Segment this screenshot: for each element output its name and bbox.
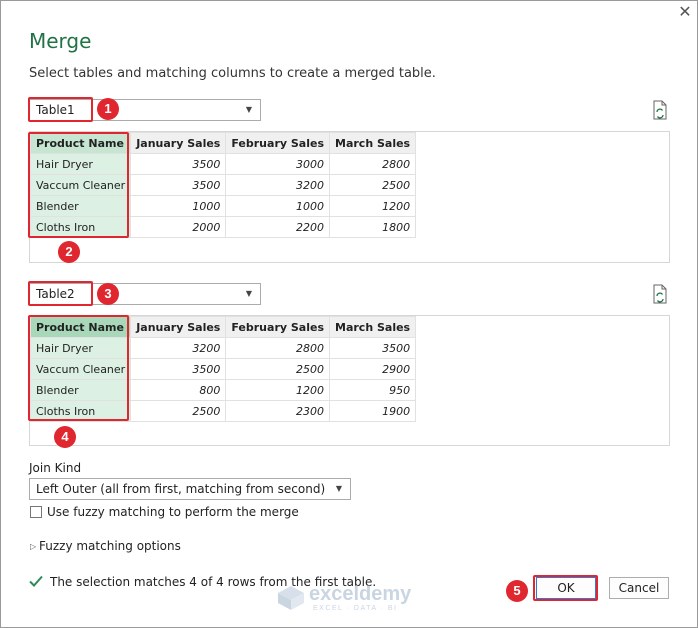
table-row: Hair Dryer 3500 3000 2800 — [29, 153, 417, 175]
column-header-january-sales[interactable]: January Sales — [130, 316, 227, 338]
fuzzy-matching-label[interactable]: Use fuzzy matching to perform the merge — [47, 505, 299, 519]
table-cell: Cloths Iron — [29, 400, 132, 422]
table-row: Cloths Iron 2000 2200 1800 — [29, 216, 417, 238]
table1-preview: Product Name January Sales February Sale… — [29, 131, 670, 263]
column-header-product-name[interactable]: Product Name — [29, 316, 132, 338]
table2-dropdown[interactable]: Table2 ▼ — [29, 283, 261, 305]
table-cell: 2800 — [328, 153, 417, 175]
table-cell: 3200 — [130, 337, 227, 359]
table-row: Hair Dryer 3200 2800 3500 — [29, 337, 417, 359]
table-cell: Vaccum Cleaner — [29, 358, 132, 380]
annotation-badge-5: 5 — [506, 580, 528, 602]
column-header-march-sales[interactable]: March Sales — [328, 132, 417, 154]
table2-dropdown-value: Table2 — [36, 287, 75, 301]
table-cell: Blender — [29, 379, 132, 401]
refresh-preview-icon[interactable] — [651, 100, 669, 120]
join-kind-value: Left Outer (all from first, matching fro… — [36, 482, 326, 496]
dialog-subtitle: Select tables and matching columns to cr… — [29, 66, 436, 81]
table-row: Blender 800 1200 950 — [29, 379, 417, 401]
table-cell: 1200 — [225, 379, 330, 401]
expand-triangle-icon[interactable]: ▷ — [30, 542, 36, 551]
annotation-badge-1: 1 — [97, 98, 119, 120]
table-cell: 3500 — [130, 358, 227, 380]
table1-header-row: Product Name January Sales February Sale… — [29, 132, 417, 154]
annotation-badge-2: 2 — [58, 241, 80, 263]
table-row: Vaccum Cleaner 3500 2500 2900 — [29, 358, 417, 380]
table-row: Vaccum Cleaner 3500 3200 2500 — [29, 174, 417, 196]
exceldemy-watermark: exceldemy EXCEL · DATA · BI — [277, 583, 427, 613]
table-row: Cloths Iron 2500 2300 1900 — [29, 400, 417, 422]
table-cell: 3500 — [130, 153, 227, 175]
table-cell: 1000 — [130, 195, 227, 217]
table1-dropdown-value: Table1 — [36, 103, 75, 117]
chevron-down-icon: ▼ — [335, 484, 342, 493]
table-cell: 2000 — [130, 216, 227, 238]
column-header-january-sales[interactable]: January Sales — [130, 132, 227, 154]
table-cell: 2300 — [225, 400, 330, 422]
table-cell: Cloths Iron — [29, 216, 132, 238]
column-header-february-sales[interactable]: February Sales — [225, 316, 330, 338]
table-cell: 2500 — [130, 400, 227, 422]
table2-preview: Product Name January Sales February Sale… — [29, 315, 670, 446]
table2-grid: Product Name January Sales February Sale… — [29, 316, 417, 422]
annotation-badge-4: 4 — [54, 426, 76, 448]
table-cell: 1900 — [328, 400, 417, 422]
table-cell: 2800 — [225, 337, 330, 359]
chevron-down-icon: ▼ — [245, 105, 252, 114]
column-header-march-sales[interactable]: March Sales — [328, 316, 417, 338]
table-cell: 2500 — [328, 174, 417, 196]
table-cell: 3200 — [225, 174, 330, 196]
table-cell: 3000 — [225, 153, 330, 175]
column-header-product-name[interactable]: Product Name — [29, 132, 132, 154]
table-cell: 2200 — [225, 216, 330, 238]
table-cell: 3500 — [130, 174, 227, 196]
refresh-preview-icon[interactable] — [651, 284, 669, 304]
table-cell: 800 — [130, 379, 227, 401]
table-cell: 1200 — [328, 195, 417, 217]
table-cell: Hair Dryer — [29, 153, 132, 175]
dialog-title: Merge — [29, 29, 92, 53]
merge-dialog: ✕ Merge Select tables and matching colum… — [0, 0, 698, 628]
table-cell: 2500 — [225, 358, 330, 380]
checkmark-icon — [29, 575, 43, 587]
fuzzy-options-toggle[interactable]: Fuzzy matching options — [39, 539, 181, 553]
table-row: Blender 1000 1000 1200 — [29, 195, 417, 217]
table-cell: 950 — [328, 379, 417, 401]
table2-header-row: Product Name January Sales February Sale… — [29, 316, 417, 338]
fuzzy-matching-checkbox[interactable] — [30, 506, 42, 518]
table1-dropdown[interactable]: Table1 ▼ — [29, 99, 261, 121]
table-cell: 1000 — [225, 195, 330, 217]
cancel-button[interactable]: Cancel — [609, 577, 669, 599]
close-icon[interactable]: ✕ — [675, 3, 695, 23]
table-cell: Vaccum Cleaner — [29, 174, 132, 196]
table-cell: 2900 — [328, 358, 417, 380]
table1-grid: Product Name January Sales February Sale… — [29, 132, 417, 238]
join-kind-dropdown[interactable]: Left Outer (all from first, matching fro… — [29, 478, 351, 500]
exceldemy-logo-icon — [278, 586, 304, 610]
join-kind-label: Join Kind — [29, 461, 82, 475]
table-cell: Hair Dryer — [29, 337, 132, 359]
annotation-badge-3: 3 — [97, 283, 119, 305]
watermark-name: exceldemy — [309, 583, 412, 605]
ok-button[interactable]: OK — [536, 577, 596, 599]
table-cell: 3500 — [328, 337, 417, 359]
table-cell: Blender — [29, 195, 132, 217]
chevron-down-icon: ▼ — [245, 289, 252, 298]
column-header-february-sales[interactable]: February Sales — [225, 132, 330, 154]
table-cell: 1800 — [328, 216, 417, 238]
watermark-tagline: EXCEL · DATA · BI — [313, 605, 398, 612]
